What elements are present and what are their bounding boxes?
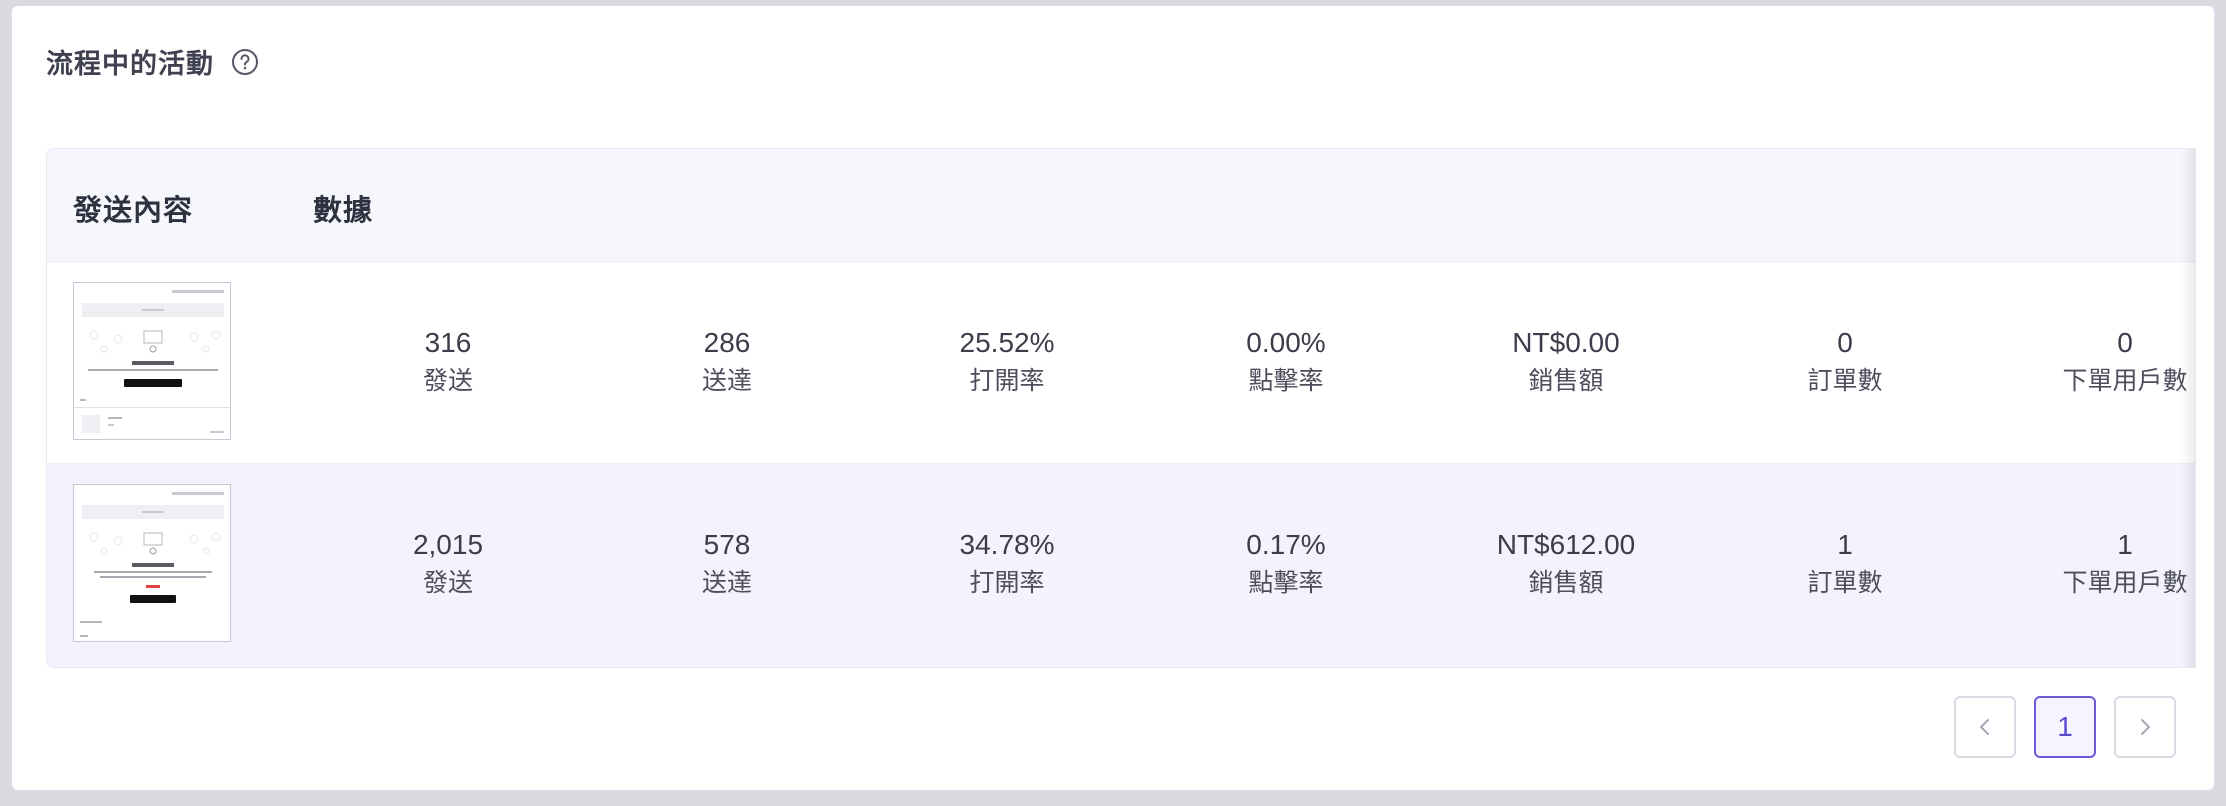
metric-ordering-users-value: 0 xyxy=(2117,327,2133,358)
table-header: 發送內容 數據 xyxy=(47,149,2195,262)
metric-delivered-value: 578 xyxy=(703,529,751,560)
metric-ordering-users-label: 下單用戶數 xyxy=(2062,367,2188,395)
metric-open-rate-value: 34.78% xyxy=(959,529,1055,560)
email-preview-thumbnail[interactable] xyxy=(73,484,231,642)
metric-ordering-users: 1 下單用戶數 xyxy=(2015,528,2195,600)
metric-ordering-users-value: 1 xyxy=(2117,529,2133,560)
metric-delivered-label: 送達 xyxy=(701,367,752,395)
metric-orders-label: 訂單數 xyxy=(1807,569,1883,597)
metric-sales: NT$612.00 銷售額 xyxy=(1456,528,1676,600)
next-page-button[interactable] xyxy=(2114,696,2176,758)
metric-sent: 2,015 發送 xyxy=(338,528,558,600)
column-header-content: 發送內容 xyxy=(73,195,194,227)
metric-orders-label: 訂單數 xyxy=(1807,367,1883,395)
metric-orders-value: 0 xyxy=(1837,327,1853,358)
metric-open-rate-label: 打開率 xyxy=(969,569,1045,597)
metric-sales-label: 銷售額 xyxy=(1528,367,1604,395)
card-header: 流程中的活動 xyxy=(46,42,260,81)
campaign-flow-card: 流程中的活動 發送內容 數據 316 發送 286 送達 25.52% 打開率 … xyxy=(10,4,2216,792)
prev-page-button[interactable] xyxy=(1954,696,2016,758)
metric-sent-value: 2,015 xyxy=(412,529,484,560)
metric-ordering-users-label: 下單用戶數 xyxy=(2062,569,2188,597)
column-header-stats: 數據 xyxy=(313,195,374,227)
table-row[interactable]: 316 發送 286 送達 25.52% 打開率 0.00% 點擊率 NT$0.… xyxy=(47,262,2195,464)
activity-table: 發送內容 數據 316 發送 286 送達 25.52% 打開率 0.00% 點… xyxy=(46,148,2196,668)
metric-open-rate-value: 25.52% xyxy=(959,327,1055,358)
metric-delivered-label: 送達 xyxy=(701,569,752,597)
metric-delivered: 286 送達 xyxy=(617,326,837,398)
metric-click-rate-label: 點擊率 xyxy=(1248,367,1324,395)
page-button-current[interactable]: 1 xyxy=(2034,696,2096,758)
metric-sales-label: 銷售額 xyxy=(1528,569,1604,597)
metric-click-rate-value: 0.17% xyxy=(1246,529,1326,560)
metric-orders: 0 訂單數 xyxy=(1735,326,1955,398)
horizontal-scroll-shadow xyxy=(2181,149,2195,667)
question-circle-icon[interactable] xyxy=(230,47,260,77)
metric-sales: NT$0.00 銷售額 xyxy=(1456,326,1676,398)
metric-delivered-value: 286 xyxy=(703,327,751,358)
metric-click-rate-label: 點擊率 xyxy=(1248,569,1324,597)
metric-sent-label: 發送 xyxy=(422,367,473,395)
metric-orders: 1 訂單數 xyxy=(1735,528,1955,600)
metric-click-rate: 0.00% 點擊率 xyxy=(1176,326,1396,398)
metric-open-rate-label: 打開率 xyxy=(969,367,1045,395)
chevron-left-icon xyxy=(1980,719,1989,735)
metric-click-rate: 0.17% 點擊率 xyxy=(1176,528,1396,600)
email-preview-thumbnail[interactable] xyxy=(73,282,231,440)
metric-sales-value: NT$612.00 xyxy=(1496,529,1636,560)
metric-sent-label: 發送 xyxy=(422,569,473,597)
page-title: 流程中的活動 xyxy=(46,49,214,79)
metric-click-rate-value: 0.00% xyxy=(1246,327,1326,358)
chevron-right-icon xyxy=(2141,719,2150,735)
metric-open-rate: 34.78% 打開率 xyxy=(897,528,1117,600)
metric-delivered: 578 送達 xyxy=(617,528,837,600)
metric-ordering-users: 0 下單用戶數 xyxy=(2015,326,2195,398)
metric-sales-value: NT$0.00 xyxy=(1512,327,1620,358)
metric-orders-value: 1 xyxy=(1837,529,1853,560)
metric-sent: 316 發送 xyxy=(338,326,558,398)
pagination: 1 xyxy=(1954,696,2176,758)
table-row[interactable]: 2,015 發送 578 送達 34.78% 打開率 0.17% 點擊率 NT$… xyxy=(47,464,2195,667)
metric-open-rate: 25.52% 打開率 xyxy=(897,326,1117,398)
metric-sent-value: 316 xyxy=(424,327,472,358)
